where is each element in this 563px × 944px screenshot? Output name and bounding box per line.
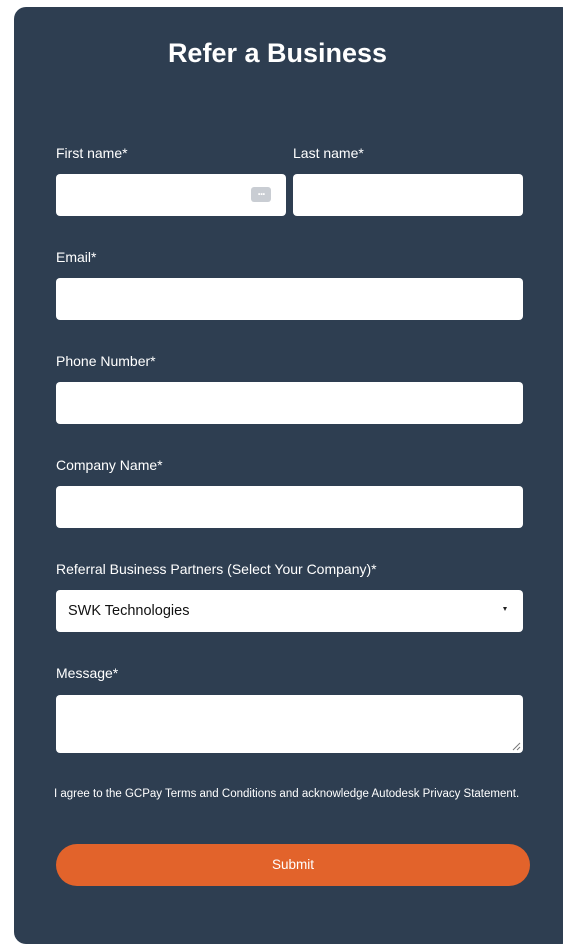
email-label: Email*: [56, 249, 97, 265]
partner-select-label: Referral Business Partners (Select Your …: [56, 561, 377, 577]
first-name-label: First name*: [56, 145, 128, 161]
last-name-label: Last name*: [293, 145, 364, 161]
consent-text: I agree to the GCPay Terms and Condition…: [54, 788, 520, 800]
partner-select-value: SWK Technologies: [68, 603, 190, 619]
last-name-field[interactable]: [293, 174, 523, 216]
email-field[interactable]: [56, 278, 523, 320]
chevron-down-icon: [503, 607, 507, 611]
company-field[interactable]: [56, 486, 523, 528]
message-textarea[interactable]: [56, 695, 523, 753]
submit-button[interactable]: Submit: [56, 844, 530, 886]
phone-field[interactable]: [56, 382, 523, 424]
phone-label: Phone Number*: [56, 353, 156, 369]
form-title: Refer a Business: [167, 38, 388, 68]
company-label: Company Name*: [56, 457, 163, 473]
partner-select[interactable]: SWK Technologies: [56, 590, 523, 632]
first-name-field[interactable]: ...: [56, 174, 286, 216]
autofill-icon[interactable]: ...: [251, 185, 271, 202]
referral-form-card: Refer a Business First name* ... Last na…: [14, 7, 563, 944]
message-label: Message*: [56, 665, 119, 681]
resize-handle-icon[interactable]: [512, 742, 521, 751]
